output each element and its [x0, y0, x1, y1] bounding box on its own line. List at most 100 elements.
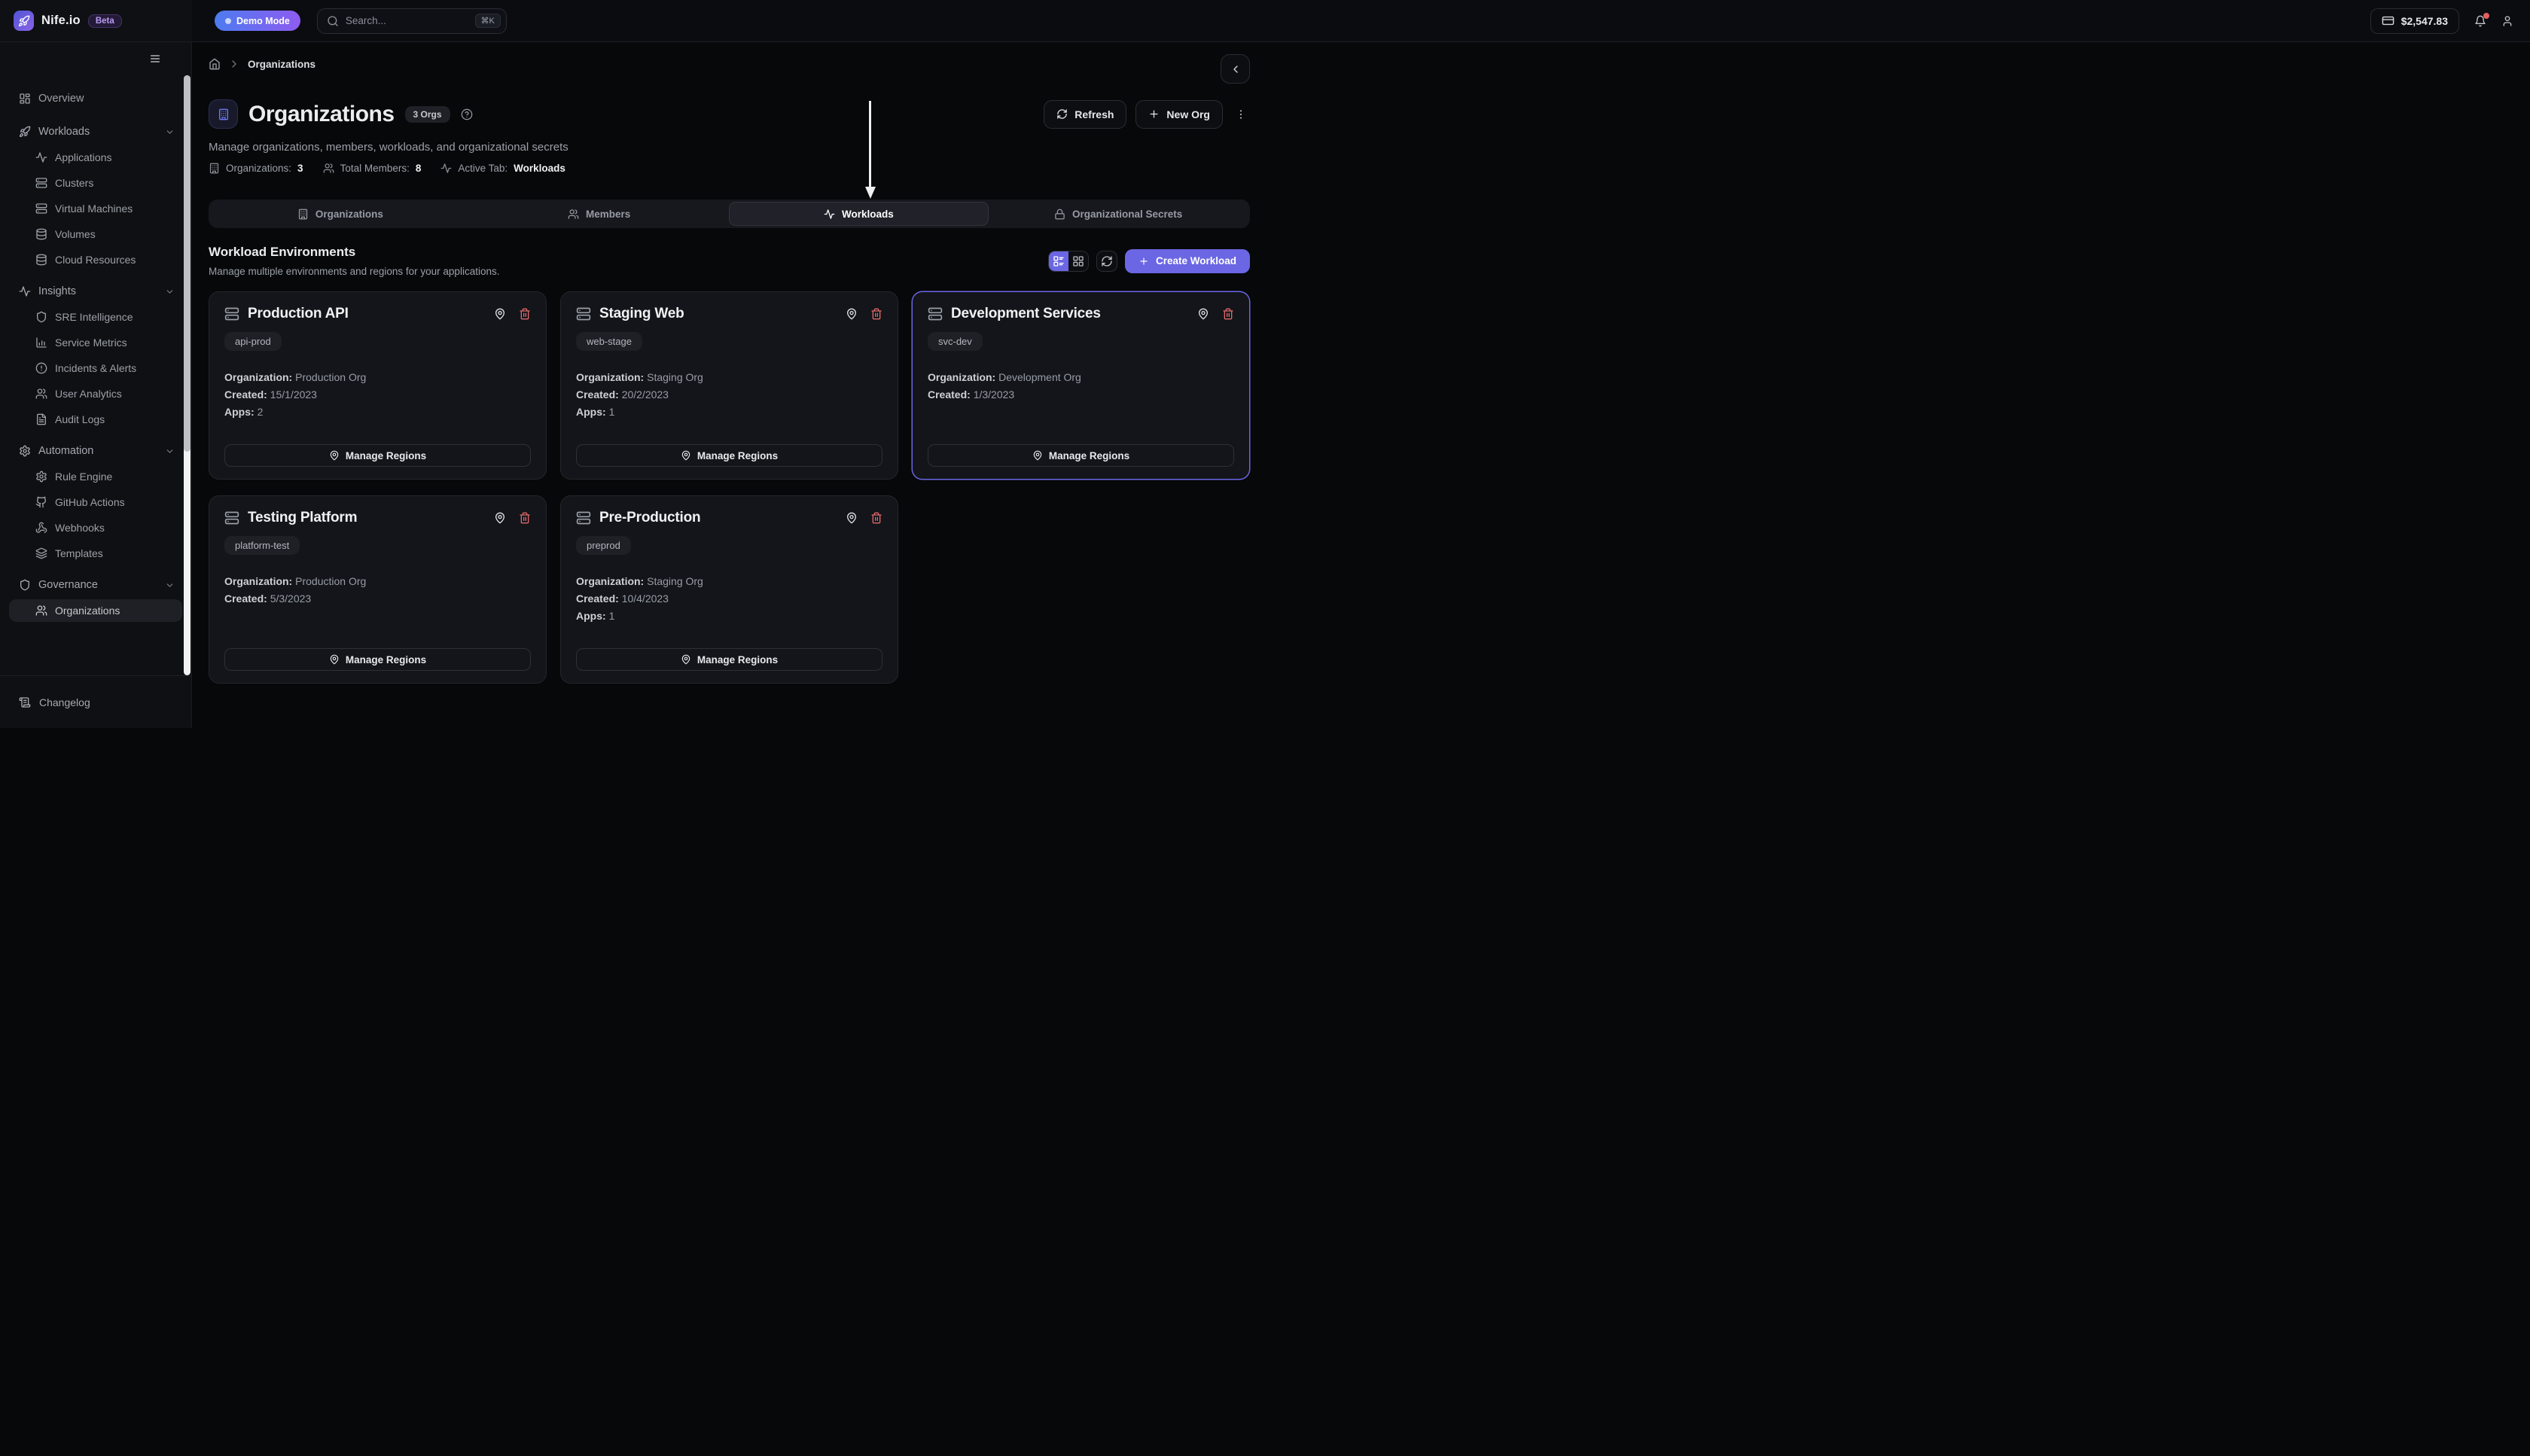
shield-icon	[19, 579, 31, 591]
manage-regions-button[interactable]: Manage Regions	[224, 648, 531, 671]
sidebar: Overview Workloads Applications Clusters…	[0, 42, 192, 728]
map-pin-icon	[494, 512, 506, 524]
workload-location-button[interactable]	[1197, 308, 1209, 320]
alert-circle-icon	[35, 362, 47, 374]
workload-tag: preprod	[576, 536, 631, 555]
new-org-button[interactable]: New Org	[1135, 99, 1223, 129]
list-view-icon	[1053, 255, 1065, 267]
sidebar-item-virtual-machines[interactable]: Virtual Machines	[9, 197, 182, 220]
server-icon	[35, 203, 47, 215]
home-icon[interactable]	[209, 58, 221, 70]
menu-icon	[149, 53, 161, 65]
refresh-button[interactable]: Refresh	[1044, 99, 1127, 129]
sidebar-item-applications[interactable]: Applications	[9, 146, 182, 169]
section-title: Workload Environments	[209, 245, 356, 259]
sidebar-item-user-analytics[interactable]: User Analytics	[9, 382, 182, 405]
workload-tag: svc-dev	[928, 332, 983, 351]
user-icon	[2501, 15, 2513, 27]
workload-tag: platform-test	[224, 536, 300, 555]
section-subtitle: Manage multiple environments and regions…	[209, 266, 500, 277]
grid-view-button[interactable]	[1068, 251, 1088, 271]
trash-icon	[519, 308, 531, 320]
workload-location-button[interactable]	[494, 512, 506, 524]
sidebar-item-github-actions[interactable]: GitHub Actions	[9, 491, 182, 513]
sidebar-item-workloads[interactable]: Workloads	[9, 120, 182, 143]
building-icon	[209, 163, 220, 174]
sidebar-item-rule-engine[interactable]: Rule Engine	[9, 465, 182, 488]
logo	[14, 11, 34, 31]
reload-workloads-button[interactable]	[1096, 250, 1117, 272]
manage-regions-button[interactable]: Manage Regions	[576, 648, 882, 671]
chevron-down-icon	[165, 127, 175, 137]
sidebar-item-service-metrics[interactable]: Service Metrics	[9, 331, 182, 354]
workload-location-button[interactable]	[846, 308, 858, 320]
map-pin-icon	[1197, 308, 1209, 320]
sidebar-item-organizations[interactable]: Organizations	[9, 599, 182, 622]
sidebar-item-governance[interactable]: Governance	[9, 574, 182, 596]
workload-location-button[interactable]	[494, 308, 506, 320]
header-stat-1: Total Members: 8	[323, 163, 421, 174]
workload-location-button[interactable]	[846, 512, 858, 524]
workload-delete-button[interactable]	[519, 512, 531, 524]
search-input[interactable]: Search... ⌘K	[316, 8, 507, 34]
workload-delete-button[interactable]	[519, 308, 531, 320]
breadcrumb: Organizations	[209, 56, 1250, 72]
user-menu-button[interactable]	[2501, 15, 2513, 27]
sidebar-item-clusters[interactable]: Clusters	[9, 172, 182, 194]
page-icon	[209, 99, 238, 129]
workload-delete-button[interactable]	[1222, 308, 1234, 320]
sidebar-item-incidents-alerts[interactable]: Incidents & Alerts	[9, 357, 182, 379]
workload-name: Development Services	[951, 306, 1101, 321]
header-stat-2: Active Tab: Workloads	[440, 163, 565, 174]
workload-card-testing-platform: Testing Platform platform-test Organizat…	[209, 495, 547, 684]
server-icon	[224, 306, 239, 321]
rocket-icon	[18, 15, 30, 27]
tab-organizational-secrets[interactable]: Organizational Secrets	[989, 202, 1248, 226]
refresh-icon	[1056, 108, 1068, 120]
map-pin-icon	[329, 450, 340, 461]
workload-delete-button[interactable]	[870, 308, 882, 320]
trash-icon	[870, 512, 882, 524]
sidebar-item-insights[interactable]: Insights	[9, 280, 182, 303]
gear-icon	[19, 445, 31, 457]
sidebar-item-cloud-resources[interactable]: Cloud Resources	[9, 248, 182, 271]
panel-collapse-button[interactable]	[1221, 54, 1250, 84]
sidebar-item-sre-intelligence[interactable]: SRE Intelligence	[9, 306, 182, 328]
users-icon	[35, 605, 47, 617]
users-icon	[323, 163, 334, 174]
sidebar-item-volumes[interactable]: Volumes	[9, 223, 182, 245]
tab-members[interactable]: Members	[470, 202, 729, 226]
sidebar-item-changelog[interactable]: Changelog	[19, 696, 90, 708]
notifications-button[interactable]	[2474, 12, 2489, 27]
sidebar-scrollbar-thumb[interactable]	[184, 75, 191, 452]
workload-card-staging-web: Staging Web web-stage Organization: Stag…	[560, 291, 898, 480]
sidebar-item-audit-logs[interactable]: Audit Logs	[9, 408, 182, 431]
workload-name: Production API	[248, 306, 349, 321]
sidebar-scrollbar[interactable]	[184, 75, 191, 675]
plus-icon	[1138, 256, 1149, 267]
layers-icon	[35, 547, 47, 559]
sidebar-collapse-button[interactable]	[149, 53, 161, 65]
workload-card-pre-production: Pre-Production preprod Organization: Sta…	[560, 495, 898, 684]
chevron-left-icon	[1230, 63, 1242, 75]
sidebar-item-templates[interactable]: Templates	[9, 542, 182, 565]
workload-name: Testing Platform	[248, 510, 358, 525]
help-button[interactable]	[461, 108, 473, 120]
sidebar-item-automation[interactable]: Automation	[9, 440, 182, 462]
tab-workloads[interactable]: Workloads	[728, 202, 989, 226]
org-count-badge: 3 Orgs	[404, 105, 450, 123]
tab-organizations[interactable]: Organizations	[211, 202, 470, 226]
more-options-button[interactable]	[1232, 108, 1250, 120]
create-workload-button[interactable]: Create Workload	[1124, 248, 1250, 273]
sidebar-item-webhooks[interactable]: Webhooks	[9, 516, 182, 539]
file-text-icon	[35, 413, 47, 425]
sidebar-item-overview[interactable]: Overview	[9, 87, 182, 110]
workload-delete-button[interactable]	[870, 512, 882, 524]
balance-button[interactable]: $2,547.83	[2370, 8, 2459, 34]
grid-view-icon	[1072, 255, 1084, 267]
manage-regions-button[interactable]: Manage Regions	[928, 444, 1234, 467]
list-view-button[interactable]	[1048, 251, 1068, 271]
search-shortcut-badge: ⌘K	[474, 14, 501, 28]
manage-regions-button[interactable]: Manage Regions	[576, 444, 882, 467]
manage-regions-button[interactable]: Manage Regions	[224, 444, 531, 467]
